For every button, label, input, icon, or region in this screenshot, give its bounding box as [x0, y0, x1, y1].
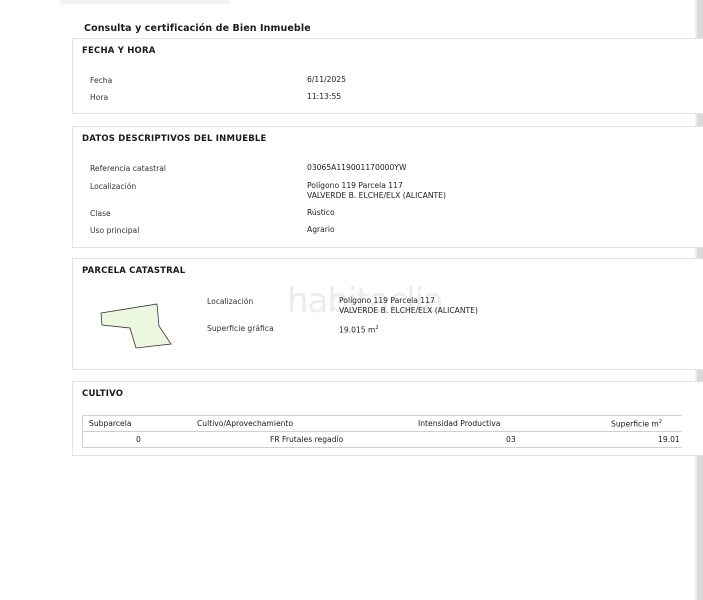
section-fecha-hora: FECHA Y HORA Fecha 6/11/2025 Hora 11:13:…: [72, 38, 703, 114]
section-title-cultivo: CULTIVO: [82, 389, 124, 399]
header-cultivo: Cultivo/Aprovechamiento: [197, 419, 294, 428]
uso-label: Uso principal: [90, 226, 140, 235]
cultivo-table-header: Subparcela Cultivo/Aprovechamiento Inten…: [82, 415, 682, 432]
parcel-shape-map: [100, 303, 172, 349]
header-superficie-text: Superficie m: [611, 419, 659, 429]
localizacion-line2: VALVERDE B. ELCHE/ELX (ALICANTE): [307, 191, 446, 200]
row-intensidad: 03: [506, 435, 516, 444]
row-subparcela: 0: [136, 435, 141, 444]
superficie-grafica-unit-sup: 2: [375, 325, 379, 331]
superficie-grafica-number: 19.015 m: [339, 325, 376, 335]
clase-label: Clase: [90, 209, 111, 218]
superficie-grafica-value: 19.015 m2: [339, 323, 379, 336]
header-superficie: Superficie m2: [611, 419, 662, 429]
localizacion-label: Localización: [90, 182, 137, 191]
header-intensidad: Intensidad Productiva: [418, 419, 501, 428]
row-cultivo: FR Frutales regadío: [270, 435, 344, 444]
fecha-label: Fecha: [90, 76, 113, 85]
section-parcela-catastral: PARCELA CATASTRAL habitaclia Localizació…: [72, 258, 703, 370]
top-decoration: [60, 0, 230, 4]
row-superficie: 19.01: [658, 435, 680, 444]
section-title-fecha-hora: FECHA Y HORA: [82, 46, 156, 56]
localizacion-line1: Polígono 119 Parcela 117: [307, 181, 403, 190]
clase-value: Rústico: [307, 208, 335, 217]
fecha-value: 6/11/2025: [307, 75, 346, 84]
header-subparcela: Subparcela: [89, 419, 132, 428]
hora-label: Hora: [90, 93, 109, 102]
parcela-localizacion-line2: VALVERDE B. ELCHE/ELX (ALICANTE): [339, 306, 478, 315]
cultivo-table: Subparcela Cultivo/Aprovechamiento Inten…: [82, 415, 682, 448]
section-cultivo: CULTIVO Subparcela Cultivo/Aprovechamien…: [72, 381, 703, 456]
parcela-localizacion-line1: Polígono 119 Parcela 117: [339, 296, 435, 305]
section-title-parcela: PARCELA CATASTRAL: [82, 266, 186, 276]
hora-value: 11:13:55: [307, 92, 342, 101]
header-superficie-sup: 2: [658, 419, 662, 425]
referencia-value: 03065A119001170000YW: [307, 163, 407, 172]
section-datos-descriptivos: DATOS DESCRIPTIVOS DEL INMUEBLE Referenc…: [72, 126, 703, 248]
table-row: 0 FR Frutales regadío 03 19.01: [82, 432, 682, 448]
uso-value: Agrario: [307, 225, 335, 234]
parcela-localizacion-label: Localización: [207, 297, 254, 306]
superficie-grafica-label: Superficie gráfica: [207, 324, 274, 333]
document-title: Consulta y certificación de Bien Inmuebl…: [84, 23, 311, 34]
section-title-datos: DATOS DESCRIPTIVOS DEL INMUEBLE: [82, 134, 267, 144]
referencia-label: Referencia catastral: [90, 164, 167, 173]
